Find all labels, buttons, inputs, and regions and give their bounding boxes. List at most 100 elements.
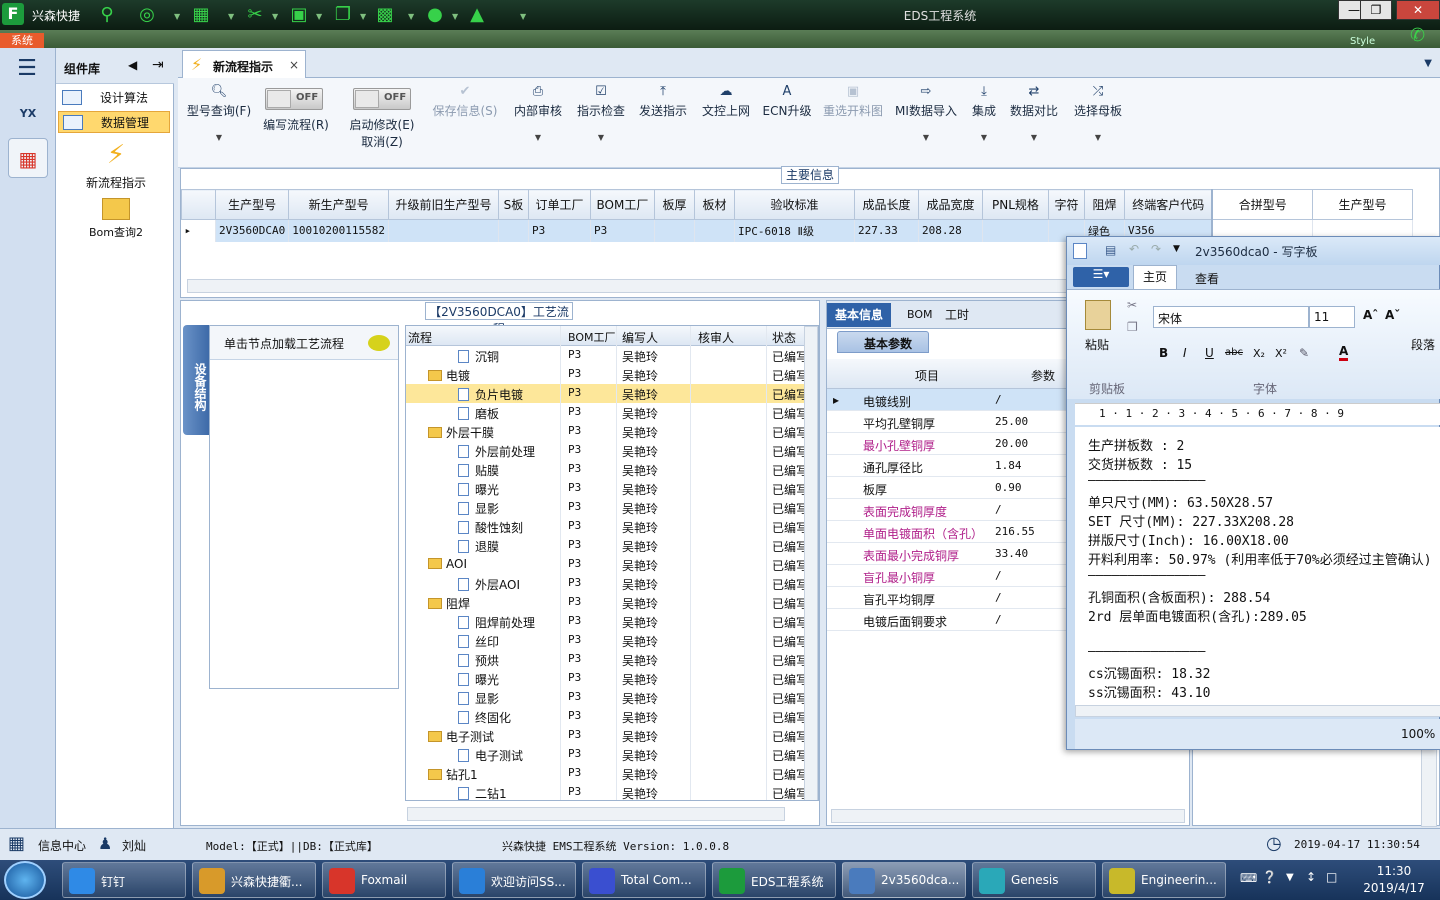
tree-node[interactable]: 电镀 — [428, 367, 470, 384]
font-size-select[interactable]: 11 — [1309, 306, 1355, 328]
tab-view[interactable]: 查看 — [1195, 270, 1219, 287]
save-info-button[interactable]: ✔ 保存信息(S) — [428, 84, 502, 154]
keyboard-icon[interactable]: ⌨ — [1240, 871, 1257, 885]
column-header[interactable]: BOM工厂 — [589, 189, 655, 220]
paste-label[interactable]: 粘贴 — [1085, 336, 1109, 353]
font-name-select[interactable]: 宋体 — [1153, 306, 1309, 328]
horizontal-scrollbar[interactable] — [1075, 705, 1440, 717]
column-header[interactable]: 生产型号 — [1311, 189, 1413, 220]
column-header[interactable]: 新生产型号 — [288, 189, 389, 220]
taskbar-item[interactable]: 钉钉 — [62, 862, 186, 898]
column-header[interactable]: 订单工厂 — [527, 189, 591, 220]
copy-icon[interactable]: ❐ — [1127, 320, 1138, 334]
comp-bom-query2[interactable]: Bom查询2 — [66, 198, 166, 240]
taskbar-item[interactable]: EDS工程系统 — [712, 862, 836, 898]
chart-icon[interactable]: ▲ — [466, 4, 488, 26]
comp-item-design-algorithm[interactable]: 设计算法 — [58, 87, 170, 109]
column-header[interactable]: 合拼型号 — [1211, 189, 1313, 220]
select-master-board-button[interactable]: ⤮ 选择母板 ▼ — [1070, 84, 1126, 154]
save-icon[interactable]: ▤ — [1105, 243, 1116, 257]
search-icon[interactable]: ⚲ — [96, 4, 118, 26]
column-header[interactable]: 终端客户代码 — [1123, 189, 1213, 220]
table-cell[interactable] — [982, 219, 1049, 242]
tree-node[interactable]: 外层AOI — [458, 576, 520, 593]
undo-icon[interactable]: ↶ — [1129, 242, 1139, 256]
strikethrough-icon[interactable]: abc — [1225, 347, 1243, 358]
wordpad-document[interactable]: 生产拼板数 : 2 交货拼板数 : 15 ——————————————— 单只尺寸(M… — [1075, 427, 1440, 709]
tree-node[interactable]: 显影 — [458, 500, 499, 517]
mi-data-import-button[interactable]: ⇨ MI数据导入 ▼ — [894, 84, 958, 154]
param-value[interactable]: 25.00 — [995, 415, 1028, 428]
column-header[interactable]: PNL规格 — [981, 189, 1049, 220]
tree-row[interactable]: 钻孔1 P3 吴艳玲 已编写 — [406, 764, 818, 783]
equipment-structure-tab[interactable]: 设备结构 — [183, 325, 209, 435]
param-value[interactable]: 1.84 — [995, 459, 1022, 472]
dropdown-icon[interactable]: ▼ — [272, 12, 280, 21]
windows-grid-icon[interactable]: ▦ — [8, 833, 25, 854]
close-tab-icon[interactable]: × — [289, 58, 299, 72]
taskbar-item[interactable]: 欢迎访问SS... — [452, 862, 576, 898]
tree-row[interactable]: 外层干膜 P3 吴艳玲 已编写 — [406, 422, 818, 441]
phone-icon[interactable]: ✆ — [1410, 25, 1425, 46]
table-cell[interactable]: 208.28 — [918, 219, 983, 242]
column-header[interactable]: 项目 — [915, 367, 939, 384]
param-value[interactable]: / — [995, 393, 1002, 406]
tree-node[interactable]: 外层干膜 — [428, 424, 494, 441]
tree-node[interactable]: 退膜 — [458, 538, 499, 555]
column-header[interactable]: 生产型号 — [214, 189, 290, 220]
start-edit-toggle[interactable]: OFF — [353, 88, 411, 110]
tree-row[interactable]: 酸性蚀刻 P3 吴艳玲 已编写 — [406, 517, 818, 536]
tree-node[interactable]: 曝光 — [458, 481, 499, 498]
column-header[interactable]: 验收标准 — [733, 189, 855, 220]
comp-item-data-management[interactable]: 数据管理 — [58, 111, 170, 133]
data-compare-button[interactable]: ⇄ 数据对比 ▼ — [1008, 84, 1060, 154]
font-color-icon[interactable]: A — [1339, 344, 1349, 361]
taskbar-clock[interactable]: 11:30 2019/4/17 — [1354, 863, 1434, 897]
tree-node[interactable]: 丝印 — [458, 633, 499, 650]
vertical-scrollbar[interactable] — [804, 326, 818, 800]
tree-row[interactable]: 显影 P3 吴艳玲 已编写 — [406, 688, 818, 707]
column-header[interactable]: 字符 — [1047, 189, 1085, 220]
table-cell[interactable]: 227.33 — [854, 219, 919, 242]
table-cell[interactable]: P3 — [528, 219, 591, 242]
integrate-button[interactable]: ⤓ 集成 ▼ — [966, 84, 1002, 154]
param-value[interactable]: / — [995, 569, 1002, 582]
calculator-icon[interactable]: ▦ — [8, 138, 48, 178]
dropdown-icon[interactable]: ▼ — [174, 12, 182, 21]
tray-expand-icon[interactable]: ▼ — [1286, 872, 1294, 883]
cut-icon[interactable]: ✂ — [1127, 298, 1137, 312]
column-header[interactable]: 成品长度 — [853, 189, 919, 220]
tree-row[interactable]: 终固化 P3 吴艳玲 已编写 — [406, 707, 818, 726]
tree-node[interactable]: 电子测试 — [458, 747, 523, 764]
tree-row[interactable]: 显影 P3 吴艳玲 已编写 — [406, 498, 818, 517]
column-header[interactable]: 核审人 — [698, 329, 734, 346]
tree-row[interactable]: 丝印 P3 吴艳玲 已编写 — [406, 631, 818, 650]
tree-row[interactable]: 负片电镀 P3 吴艳玲 已编写 — [406, 384, 818, 403]
network-icon[interactable]: ↕ — [1306, 870, 1316, 884]
table-cell[interactable] — [654, 219, 695, 242]
tree-node[interactable]: 曝光 — [458, 671, 499, 688]
horizontal-scrollbar[interactable] — [407, 807, 785, 821]
tree-node[interactable]: 钻孔1 — [428, 766, 478, 783]
column-header[interactable]: 编写人 — [622, 329, 658, 346]
param-value[interactable]: 0.90 — [995, 481, 1022, 494]
cancel-label[interactable]: 取消(Z) — [342, 133, 422, 150]
column-header[interactable]: 参数 — [1031, 367, 1055, 384]
tree-row[interactable]: 外层前处理 P3 吴艳玲 已编写 — [406, 441, 818, 460]
subscript-icon[interactable]: X₂ — [1253, 347, 1265, 360]
tree-row[interactable]: 曝光 P3 吴艳玲 已编写 — [406, 479, 818, 498]
reselect-cut-chart-button[interactable]: ▣ 重选开料图 — [820, 84, 886, 154]
tree-node[interactable]: 显影 — [458, 690, 499, 707]
param-value[interactable]: 20.00 — [995, 437, 1028, 450]
tree-row[interactable]: 阻焊前处理 P3 吴艳玲 已编写 — [406, 612, 818, 631]
tree-row[interactable]: 电子测试 P3 吴艳玲 已编写 — [406, 745, 818, 764]
tree-node[interactable]: 贴膜 — [458, 462, 499, 479]
help-icon[interactable]: ❔ — [1262, 870, 1277, 884]
tree-row[interactable]: 电子测试 P3 吴艳玲 已编写 — [406, 726, 818, 745]
dropdown-icon[interactable]: ▼ — [228, 12, 236, 21]
param-value[interactable]: / — [995, 591, 1002, 604]
tree-node[interactable]: 沉铜 — [458, 348, 499, 365]
tree-node[interactable]: AOI — [428, 557, 467, 571]
hamburger-menu-icon[interactable]: ☰ — [6, 56, 48, 86]
tree-node[interactable]: 预烘 — [458, 652, 499, 669]
